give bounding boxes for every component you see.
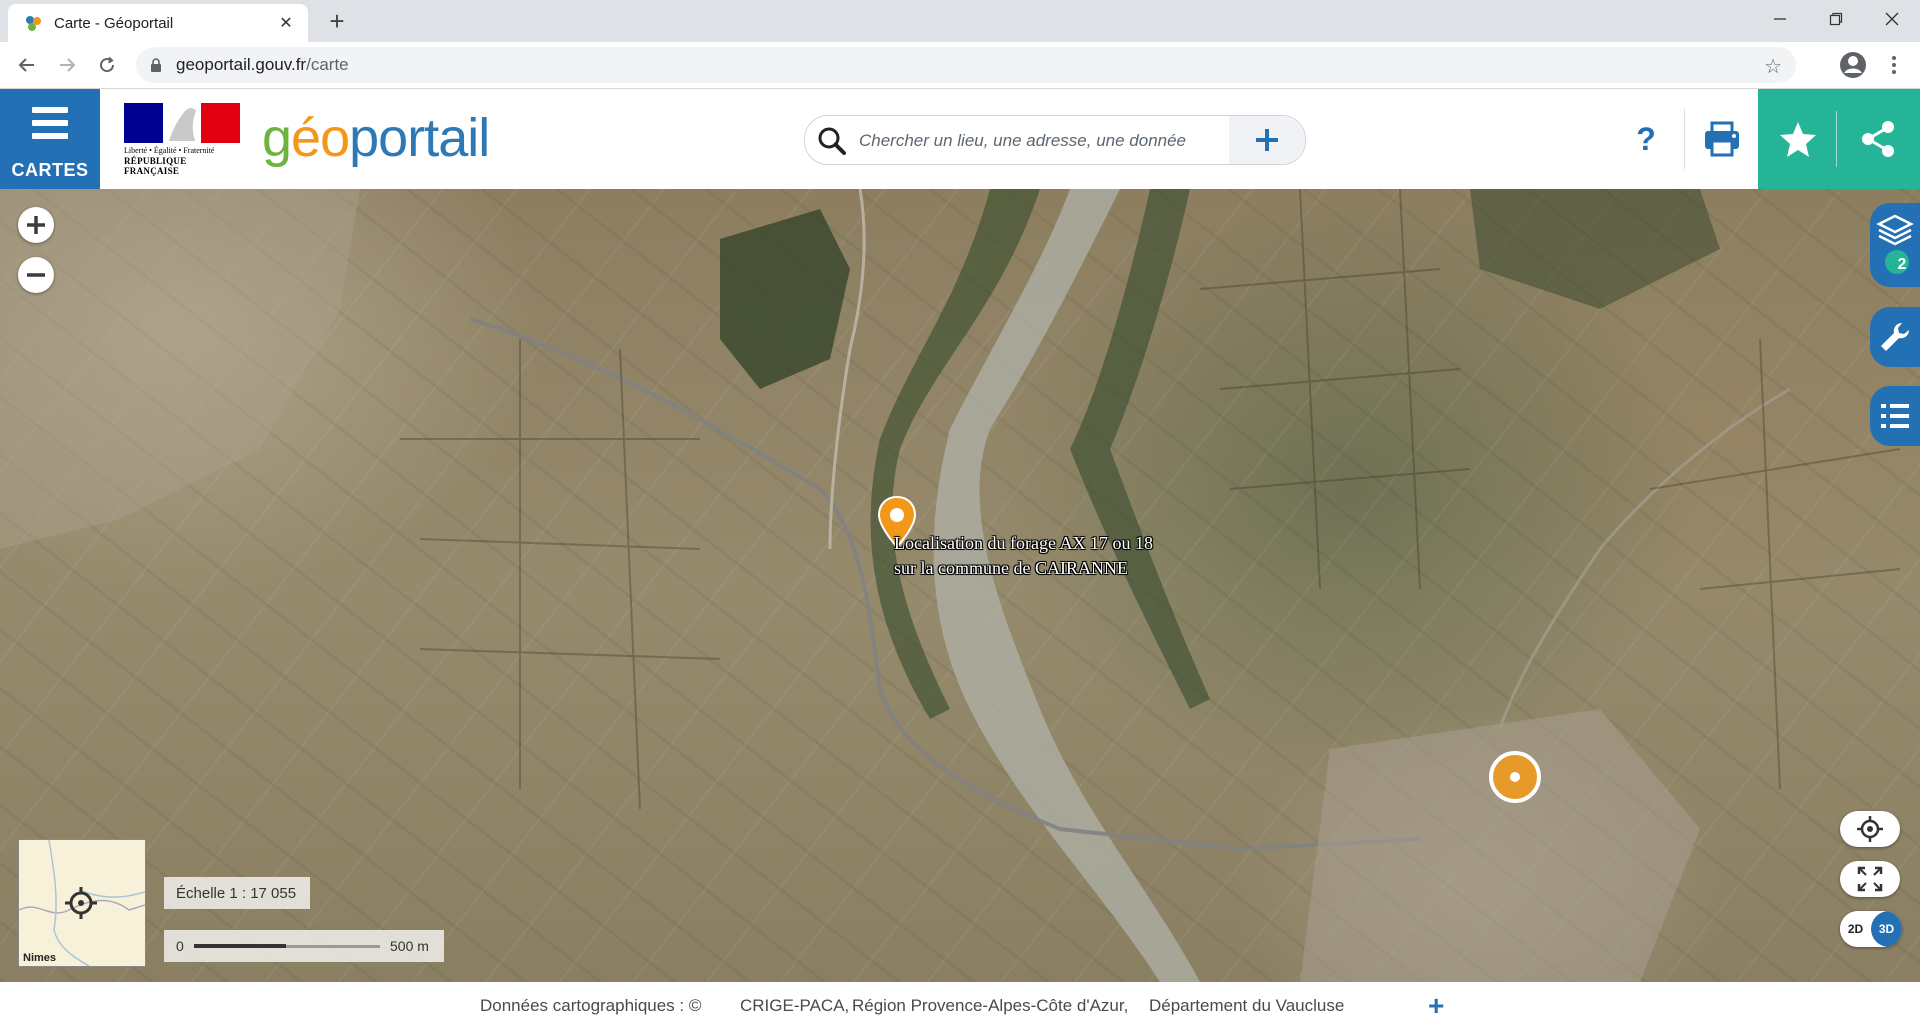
advanced-search-plus-button[interactable] [1229,116,1305,164]
search-icon[interactable] [817,126,847,156]
fullscreen-button[interactable] [1840,861,1900,897]
fullscreen-icon [1857,866,1883,892]
tools-button[interactable] [1870,307,1920,367]
scale-bar: 0 500 m [164,930,444,962]
browser-tab-bar: Carte - Géoportail ✕ + [0,0,1920,42]
zoom-in-button[interactable] [18,207,54,243]
overview-city-label: Nimes [23,952,57,964]
browser-address-bar: geoportail.gouv.fr/carte ☆ [0,42,1920,89]
attribution-source-region[interactable]: Région Provence-Alpes-Côte d'Azur, [852,996,1128,1016]
lock-icon [150,58,162,72]
reload-icon[interactable] [92,50,122,80]
favorites-share-divider [1836,111,1837,167]
map-imagery [0,189,1901,982]
browser-menu-icon[interactable] [1884,50,1904,80]
print-icon[interactable] [1700,111,1744,167]
overview-map[interactable]: Nimes [18,839,146,967]
geolocate-icon [1857,816,1883,842]
aerial-map[interactable]: 2 Localisation du forage AX 17 ou 18 sur… [0,189,1920,982]
favorites-share-bar [1758,89,1920,189]
layers-count-badge: 2 [1897,256,1907,273]
url-field[interactable]: geoportail.gouv.fr/carte ☆ [136,47,1796,83]
cartes-menu-button[interactable]: CARTES [0,89,100,189]
geolocate-button[interactable] [1840,811,1900,847]
2d-option[interactable]: 2D [1840,911,1871,947]
back-icon[interactable] [12,50,42,80]
attribution-footer: Données cartographiques : © CRIGE-PACA, … [0,982,1920,1030]
geoportail-logo[interactable]: géoportail [262,103,490,173]
forward-icon[interactable] [52,50,82,80]
url-text: geoportail.gouv.fr/carte [176,55,349,74]
crosshair-icon [65,887,97,919]
attribution-prefix: Données cartographiques : © [480,996,702,1015]
legend-button[interactable] [1870,386,1920,446]
attribution-source-crige[interactable]: CRIGE-PACA, [740,996,849,1016]
app-header: CARTES Liberté • Égalité • Fraternité RÉ… [0,89,1920,189]
republique-francaise-logo[interactable]: Liberté • Égalité • Fraternité RÉPUBLIQU… [124,103,242,176]
minimize-icon[interactable] [1752,0,1808,38]
zoom-out-button[interactable] [18,257,54,293]
favorites-star-icon[interactable] [1774,114,1822,164]
new-tab-icon[interactable]: + [322,6,352,36]
share-icon[interactable] [1854,114,1902,164]
2d-3d-toggle[interactable]: 2D 3D [1840,911,1902,947]
restore-icon[interactable] [1808,0,1864,38]
header-divider [1684,109,1685,169]
hamburger-icon [32,107,68,143]
search-input[interactable] [857,124,1221,158]
browser-tab[interactable]: Carte - Géoportail ✕ [8,4,308,42]
wrench-icon [1881,322,1910,351]
attribution-more-button[interactable]: + [1428,990,1444,1022]
scale-ratio: Échelle 1 : 17 055 [164,877,310,909]
close-window-icon[interactable] [1864,0,1920,38]
search-box [804,115,1306,165]
current-position-icon[interactable] [1488,750,1542,804]
layers-button[interactable]: 2 [1870,203,1920,287]
tab-title: Carte - Géoportail [54,14,174,32]
geoportail-favicon-icon [24,14,44,32]
profile-avatar-icon[interactable] [1838,50,1868,80]
help-button[interactable]: ? [1626,111,1666,167]
marker-label: Localisation du forage AX 17 ou 18 sur l… [894,533,1153,578]
attribution-source-departement[interactable]: Département du Vaucluse [1149,996,1344,1016]
tab-close-icon[interactable]: ✕ [274,11,298,35]
bookmark-star-icon[interactable]: ☆ [1764,54,1782,79]
cartes-label: CARTES [11,160,89,180]
list-icon [1881,404,1909,428]
